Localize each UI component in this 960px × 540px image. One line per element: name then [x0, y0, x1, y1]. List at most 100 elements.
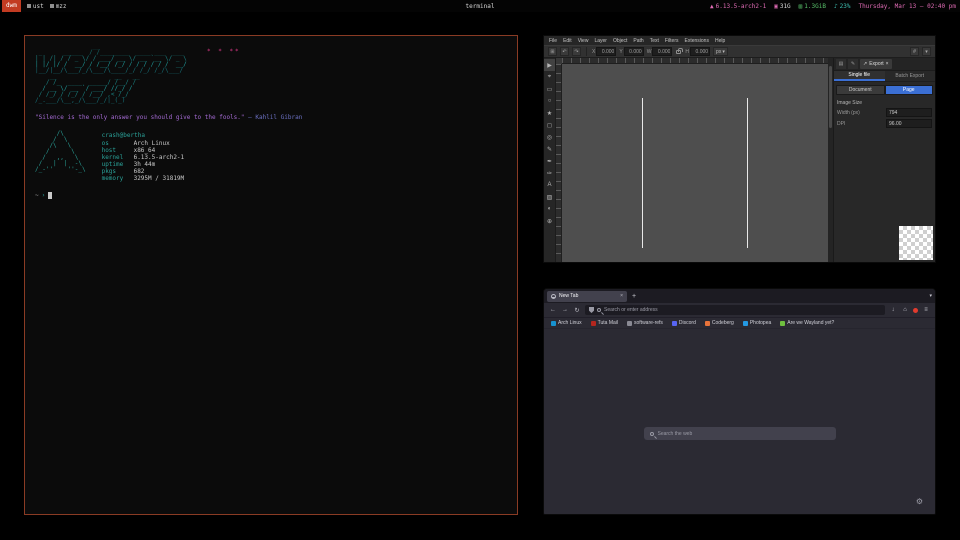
shield-icon[interactable] [589, 307, 594, 313]
canvas[interactable] [562, 64, 828, 262]
bookmark-item[interactable]: Codeberg [705, 320, 734, 326]
workspace-badge[interactable]: dwm [2, 0, 21, 12]
menu-file[interactable]: File [549, 38, 557, 44]
inkscape-menubar: File Edit View Layer Object Path Text Fi… [544, 36, 935, 45]
reload-button[interactable]: ↻ [573, 307, 581, 314]
bookmark-item[interactable]: Are we Wayland yet? [780, 320, 834, 326]
favicon [705, 321, 710, 326]
navigation-bar: ← → ↻ ↓ ⌂ ≡ [544, 303, 935, 318]
tool-dropper-icon[interactable]: ◐ [544, 203, 555, 215]
extension-icon[interactable] [913, 308, 918, 313]
home-button[interactable]: ⌂ [901, 307, 909, 313]
new-tab-button[interactable]: + [630, 293, 638, 300]
bookmark-item[interactable]: Arch Linux [551, 320, 582, 326]
bookmark-item[interactable]: Discord [672, 320, 696, 326]
back-button[interactable]: ← [549, 307, 557, 313]
export-scope-buttons: Document Page [834, 82, 935, 97]
ascii-welcome-art: __ _ _____ / /________ ____ ___ ___ | | … [35, 44, 507, 104]
shell-prompt[interactable]: ~ › [35, 192, 507, 199]
snap-controls-icon[interactable]: # [910, 47, 919, 56]
close-icon[interactable]: × [886, 61, 889, 67]
menu-help[interactable]: Help [715, 38, 725, 44]
image-size-label: Image Size [834, 97, 935, 107]
menu-text[interactable]: Text [650, 38, 659, 44]
tool-star-icon[interactable]: ★ [544, 107, 555, 119]
fetch-row: memory3295M / 31819M [102, 175, 185, 182]
forward-button[interactable]: → [561, 307, 569, 313]
w-label: W [647, 49, 652, 55]
scope-document-button[interactable]: Document [836, 85, 885, 95]
url-input[interactable] [604, 307, 881, 313]
tool-pen-icon[interactable]: ✒ [544, 155, 555, 167]
canvas-area[interactable] [556, 58, 828, 262]
web-search-input[interactable] [658, 431, 830, 437]
x-label: X [592, 49, 595, 55]
menu-filters[interactable]: Filters [665, 38, 679, 44]
terminal-window: __ _ _____ / /________ ____ ___ ___ | | … [24, 35, 518, 515]
toolbar-overflow-icon[interactable]: ▾ [922, 47, 931, 56]
tool-rect-icon[interactable]: ▭ [544, 83, 555, 95]
menu-button[interactable]: ≡ [922, 307, 930, 313]
bookmark-item[interactable]: Photopea [743, 320, 771, 326]
dock-tab-export[interactable]: ↗ Export × [860, 59, 892, 69]
export-width-input[interactable] [886, 108, 932, 117]
tab-bar: New Tab × + ▾ [544, 289, 935, 303]
tool-text-icon[interactable]: A [544, 179, 555, 191]
lock-ratio-icon[interactable] [676, 50, 681, 54]
export-dpi-input[interactable] [886, 119, 932, 128]
tool-zoom-icon[interactable]: ⊕ [544, 215, 555, 227]
quote-line: "Silence is the only answer you should g… [35, 114, 507, 121]
url-bar[interactable] [585, 305, 885, 315]
fetch-output: /\ / \ /\ \ / \ / ,, \ / | | -\ /_-'' ''… [35, 131, 507, 182]
tool-ellipse-icon[interactable]: ○ [544, 95, 555, 107]
tab-new-tab[interactable]: New Tab × [547, 291, 627, 302]
chevron-down-icon: ▾ [722, 49, 725, 55]
selection-options-icon[interactable]: ⊞ [548, 47, 557, 56]
gear-icon[interactable]: ⚙ [916, 497, 923, 506]
redo-icon[interactable]: ↷ [572, 47, 581, 56]
close-tab-icon[interactable]: × [620, 293, 623, 299]
units-dropdown[interactable]: px ▾ [713, 47, 728, 56]
undo-icon[interactable]: ↶ [560, 47, 569, 56]
web-search-box[interactable] [644, 427, 836, 440]
tag-ust[interactable]: ust [27, 3, 44, 10]
statusbar-right: ▲ 6.13.5-arch2-1 ▣ 31G ▥ 1.3GiB ♪ 23% Th… [710, 3, 960, 10]
downloads-button[interactable]: ↓ [889, 307, 897, 313]
tool-calligraphy-icon[interactable]: ✑ [544, 167, 555, 179]
memory-icon: ▥ [799, 3, 803, 10]
h-input[interactable] [690, 47, 710, 56]
tool-select-icon[interactable]: ▶ [544, 59, 555, 71]
scope-page-button[interactable]: Page [885, 85, 934, 95]
tab-single-file[interactable]: Single file [834, 71, 885, 81]
tool-gradient-icon[interactable]: ▨ [544, 191, 555, 203]
menu-layer[interactable]: Layer [594, 38, 607, 44]
export-mode-tabs: Single file Batch Export [834, 71, 935, 82]
dock-tab-fillstroke-icon[interactable]: ✎ [848, 59, 858, 69]
menu-view[interactable]: View [578, 38, 589, 44]
fetch-info: crash@bertha osArch Linux hostx86_64 ker… [102, 131, 185, 182]
y-label: Y [619, 49, 622, 55]
memory-status: ▥ 1.3GiB [799, 3, 826, 10]
bookmark-item[interactable]: Tuta Mail [591, 320, 618, 326]
menu-object[interactable]: Object [613, 38, 627, 44]
menu-extensions[interactable]: Extensions [685, 38, 709, 44]
dock-tab-layers-icon[interactable]: ▤ [836, 59, 846, 69]
tab-batch-export[interactable]: Batch Export [885, 71, 936, 81]
tag-mzz[interactable]: mzz [50, 3, 67, 10]
export-width-label: Width (px) [837, 110, 860, 116]
scrollbar-handle[interactable] [829, 66, 832, 128]
tool-pencil-icon[interactable]: ✎ [544, 143, 555, 155]
w-input[interactable] [652, 47, 672, 56]
export-dpi-row: DPI [834, 118, 935, 129]
tool-node-icon[interactable]: ⌖ [544, 71, 555, 83]
disk-value: 31G [780, 3, 791, 10]
y-input[interactable] [624, 47, 644, 56]
list-tabs-icon[interactable]: ▾ [929, 293, 932, 299]
bookmark-item[interactable]: software-refs [627, 320, 663, 326]
tool-3dbox-icon[interactable]: ◻ [544, 119, 555, 131]
menu-edit[interactable]: Edit [563, 38, 572, 44]
text-cursor [48, 192, 52, 199]
x-input[interactable] [596, 47, 616, 56]
tool-spiral-icon[interactable]: ◎ [544, 131, 555, 143]
menu-path[interactable]: Path [633, 38, 643, 44]
